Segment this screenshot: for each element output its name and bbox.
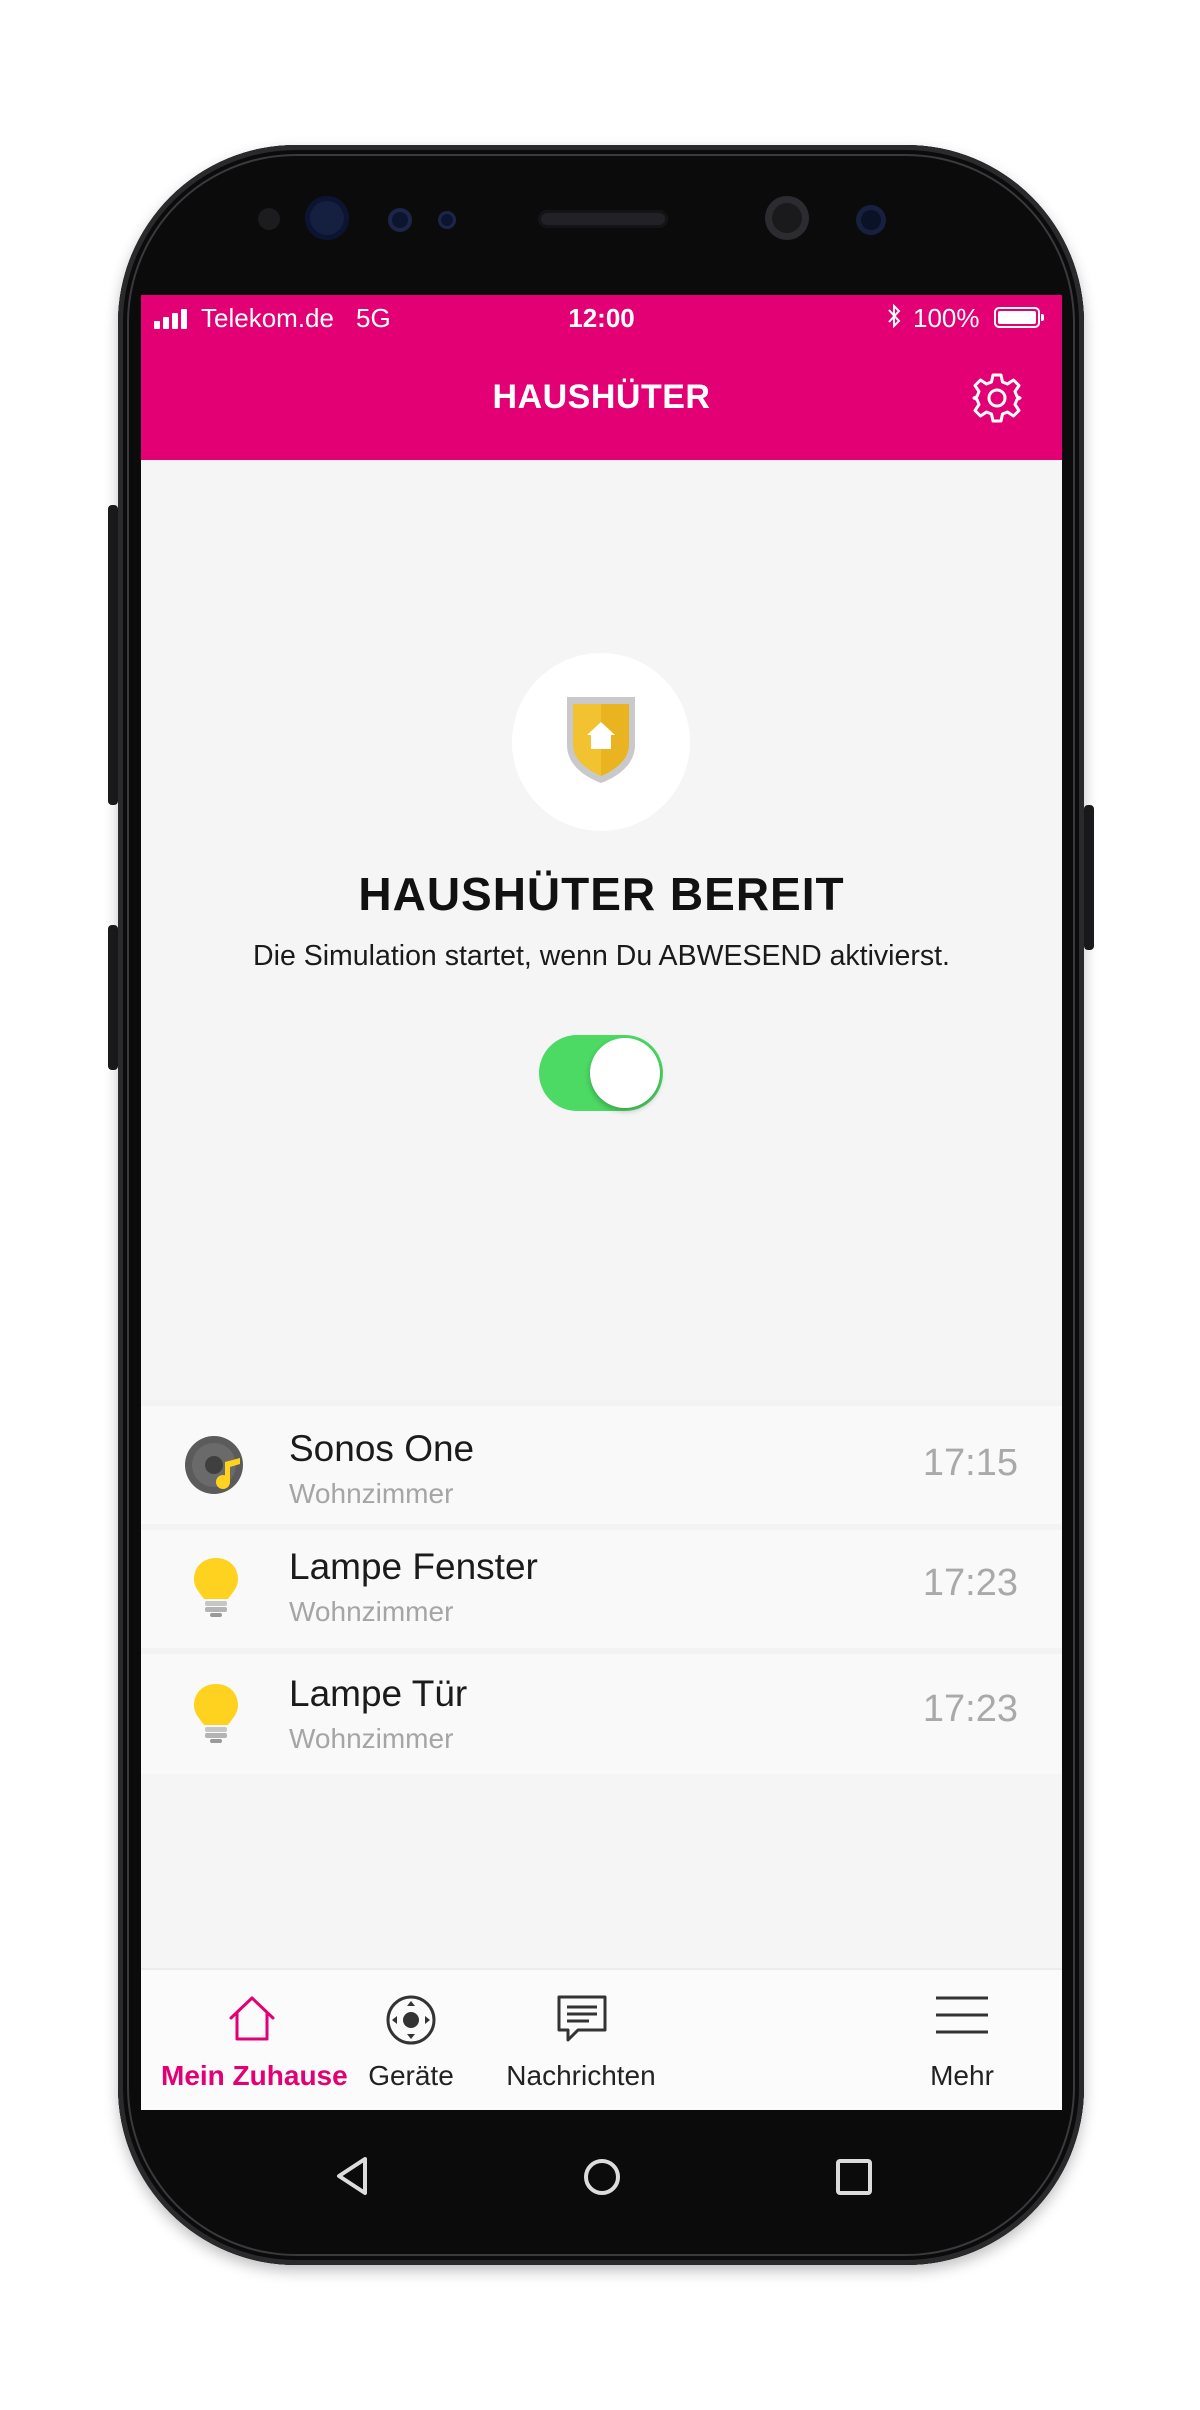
message-icon: [557, 1995, 607, 2042]
tab-label: Nachrichten: [506, 2060, 656, 2091]
speaker-music-icon: [185, 1436, 243, 1494]
sensor-dot: [388, 208, 412, 232]
bottom-nav: Mein Zuhause Geräte Nachrichten Mehr: [141, 1968, 1062, 2110]
shield-badge: [512, 653, 690, 831]
power-button: [1084, 805, 1094, 950]
device-room: Wohnzimmer: [289, 1596, 454, 1627]
sensor-dot: [856, 205, 886, 235]
tab-nachrichten[interactable]: Nachrichten: [481, 1970, 681, 2110]
device-name: Sonos One: [289, 1428, 475, 1469]
tab-label: Mehr: [930, 2060, 994, 2091]
volume-down-button: [108, 925, 118, 1070]
device-time: 17:23: [922, 1562, 1018, 1604]
tab-mein-zuhause[interactable]: Mein Zuhause: [161, 1970, 348, 2110]
list-item[interactable]: Lampe Fenster Wohnzimmer 17:23: [141, 1524, 1062, 1648]
tab-label: Mein Zuhause: [161, 2060, 348, 2091]
volume-up-button: [108, 505, 118, 805]
shield-home-icon: [567, 697, 635, 783]
device-name: Lampe Tür: [289, 1673, 468, 1714]
menu-icon: [936, 1996, 988, 2034]
gear-icon[interactable]: [971, 372, 1023, 424]
status-heading: HAUSHÜTER BEREIT: [358, 868, 845, 920]
app-screen: Telekom.de 5G 12:00 100% HAUSHÜTER HAUSH…: [141, 295, 1062, 2110]
iris-scanner: [305, 196, 349, 240]
list-item[interactable]: Sonos One Wohnzimmer 17:15: [141, 1400, 1062, 1524]
status-description: Die Simulation startet, wenn Du ABWESEND…: [253, 940, 950, 972]
status-bar: Telekom.de 5G 12:00 100%: [141, 295, 1062, 340]
recents-nav-icon[interactable]: [835, 2158, 873, 2196]
tab-geraete[interactable]: Geräte: [341, 1970, 481, 2110]
bluetooth-icon: [886, 303, 902, 336]
haushueter-toggle[interactable]: [539, 1035, 663, 1111]
device-room: Wohnzimmer: [289, 1723, 454, 1754]
battery-icon: [994, 307, 1044, 328]
device-name: Lampe Fenster: [289, 1546, 538, 1587]
light-bulb-icon: [194, 1558, 238, 1617]
tab-label: Geräte: [368, 2060, 454, 2091]
earpiece-speaker: [538, 210, 668, 228]
toggle-knob[interactable]: [590, 1038, 660, 1108]
tab-mehr[interactable]: Mehr: [681, 1970, 1062, 2110]
back-nav-icon[interactable]: [333, 2155, 371, 2197]
battery-percent: 100%: [913, 303, 980, 333]
list-item[interactable]: Lampe Tür Wohnzimmer 17:23: [141, 1648, 1062, 1774]
device-time: 17:15: [922, 1442, 1018, 1484]
sensor-dot: [438, 211, 456, 229]
front-camera: [765, 196, 809, 240]
sensor-dot: [258, 208, 280, 230]
device-time: 17:23: [922, 1688, 1018, 1730]
page-title: HAUSHÜTER: [492, 378, 711, 416]
app-header: HAUSHÜTER: [141, 340, 1062, 460]
carrier-name: Telekom.de: [201, 303, 334, 333]
light-bulb-icon: [194, 1684, 238, 1743]
device-control-icon: [386, 1995, 436, 2045]
home-nav-icon[interactable]: [583, 2158, 621, 2196]
home-icon: [229, 1996, 275, 2041]
network-type: 5G: [356, 303, 391, 333]
device-room: Wohnzimmer: [289, 1478, 454, 1509]
